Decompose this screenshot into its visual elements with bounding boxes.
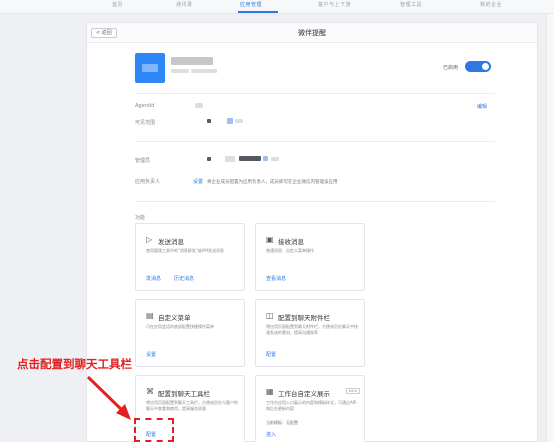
admin-redacted-2 bbox=[225, 156, 235, 162]
send-message-link[interactable]: 发消息 bbox=[146, 275, 161, 282]
attachment-config-link[interactable]: 配置 bbox=[266, 351, 276, 358]
toggle-knob bbox=[482, 63, 489, 70]
template-meta: 当前模板：无配置 bbox=[266, 420, 298, 425]
agentid-value-redacted bbox=[195, 103, 203, 108]
admin-redacted-3 bbox=[239, 156, 261, 161]
card-header: < 返回 微伴提醒 bbox=[87, 23, 537, 43]
annotation-highlight-box bbox=[134, 418, 174, 442]
scrollbar[interactable] bbox=[546, 14, 554, 442]
nav-active-indicator bbox=[238, 11, 278, 13]
message-history-link[interactable]: 历史消息 bbox=[174, 275, 194, 282]
nav-item-tools[interactable]: 管理工具 bbox=[400, 1, 422, 8]
tile-title: 自定义菜单 bbox=[158, 314, 191, 322]
visible-range-label: 可见范围 bbox=[135, 120, 156, 126]
divider bbox=[135, 201, 495, 202]
tile-title: 接收消息 bbox=[278, 238, 304, 246]
enabled-label: 已启用 bbox=[443, 65, 459, 71]
admin-redacted bbox=[207, 157, 211, 161]
tile-workbench-display: ▦ 工作台自定义展示 beta 工作台应用入口展示的内容和模板样式，可通过API… bbox=[255, 375, 365, 442]
view-message-link[interactable]: 查看消息 bbox=[266, 275, 286, 282]
nav-item-my-enterprise[interactable]: 我的企业 bbox=[480, 1, 502, 8]
app-desc-redacted-2 bbox=[191, 69, 217, 73]
tile-title: 配置到聊天附件栏 bbox=[278, 314, 330, 322]
app-name-redacted bbox=[171, 57, 213, 65]
tile-description: 普通消息、自定义菜单操作 bbox=[266, 248, 314, 253]
tile-description: 将应用页面配置到聊天附件栏，方便成员在聊天中快速发送的素材，提高沟通效率 bbox=[266, 324, 358, 335]
visible-range-redacted-3 bbox=[235, 119, 243, 123]
tile-title: 工作台自定义展示 bbox=[278, 390, 330, 398]
tile-title: 发送消息 bbox=[158, 238, 184, 246]
menu-icon: ▤ bbox=[146, 311, 154, 320]
admin-label: 管理员 bbox=[135, 158, 151, 164]
admin-redacted-5 bbox=[271, 157, 279, 161]
nav-item-customers[interactable]: 客户与上下游 bbox=[318, 1, 351, 8]
app-desc-redacted bbox=[171, 69, 189, 73]
send-icon: ▷ bbox=[146, 235, 153, 244]
enable-toggle[interactable] bbox=[465, 61, 491, 72]
receive-icon: ▣ bbox=[266, 235, 274, 244]
visible-range-redacted-2 bbox=[227, 118, 233, 124]
toolbar-icon: ⌘ bbox=[146, 387, 154, 396]
tile-description: 工作台应用入口展示的内容和模板样式，可通过API和后台更新内容 bbox=[266, 400, 357, 411]
menu-setting-link[interactable]: 设置 bbox=[146, 351, 156, 358]
annotation-callout: 点击配置到聊天工具栏 bbox=[17, 357, 132, 371]
owner-setting-link[interactable]: 设置 bbox=[193, 178, 203, 185]
admin-redacted-4 bbox=[263, 156, 268, 161]
tile-chat-attachment: ◫ 配置到聊天附件栏 将应用页面配置到聊天附件栏，方便成员在聊天中快速发送的素材… bbox=[255, 299, 365, 367]
visible-range-redacted bbox=[207, 119, 211, 123]
tile-custom-menu: ▤ 自定义菜单 可在应用会话的底部配置快捷操作菜单 设置 bbox=[135, 299, 245, 367]
edit-link[interactable]: 编辑 bbox=[477, 103, 487, 110]
tile-title: 配置到聊天工具栏 bbox=[158, 390, 210, 398]
tile-description: 使用管理工具中的"消息群发"或API发送消息 bbox=[146, 248, 225, 253]
attachment-icon: ◫ bbox=[266, 311, 274, 320]
page-title: 微伴提醒 bbox=[298, 29, 326, 37]
divider bbox=[135, 141, 495, 142]
tile-send-message: ▷ 发送消息 使用管理工具中的"消息群发"或API发送消息 发消息 历史消息 bbox=[135, 223, 245, 291]
tile-description: 将应用页面配置到聊天工具栏，方便成员在与客户的聊天中查看和使用，提高服务质量 bbox=[146, 400, 238, 411]
app-detail-card: < 返回 微伴提醒 已启用 AgentId 编辑 可见范围 管理员 应用负责人 … bbox=[86, 22, 538, 442]
functions-section-label: 功能 bbox=[135, 215, 146, 221]
workbench-icon: ▦ bbox=[266, 387, 274, 396]
nav-item-app-management[interactable]: 应用管理 bbox=[240, 1, 262, 8]
nav-item-home[interactable]: 首页 bbox=[112, 1, 123, 8]
agentid-label: AgentId bbox=[135, 103, 155, 109]
owner-label: 应用负责人 bbox=[135, 179, 161, 185]
beta-badge: beta bbox=[346, 388, 360, 394]
tile-description: 可在应用会话的底部配置快捷操作菜单 bbox=[146, 324, 214, 329]
owner-hint: 将企业成员配置为应用负责人，成员即可在企业微信内管理该应用 bbox=[207, 179, 338, 185]
app-logo-icon bbox=[135, 53, 165, 83]
top-navigation: 首页 通讯录 应用管理 客户与上下游 管理工具 我的企业 bbox=[0, 0, 554, 14]
nav-item-contacts[interactable]: 通讯录 bbox=[176, 1, 193, 8]
divider bbox=[135, 93, 495, 94]
tile-receive-message: ▣ 接收消息 普通消息、自定义菜单操作 查看消息 bbox=[255, 223, 365, 291]
workbench-enter-link[interactable]: 进入 bbox=[266, 431, 276, 438]
